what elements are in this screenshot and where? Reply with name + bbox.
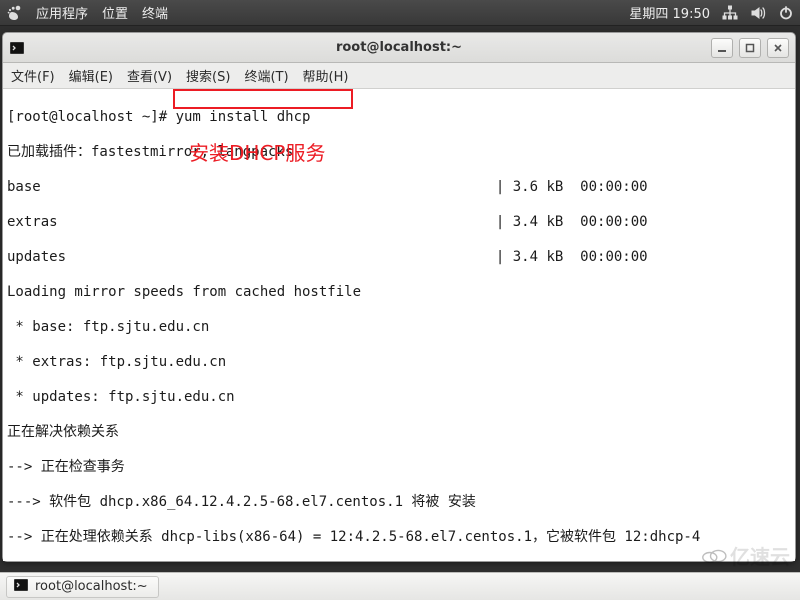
panel-terminal[interactable]: 终端	[142, 3, 168, 22]
term-line: 已加载插件：fastestmirror, langpacks	[7, 144, 791, 162]
panel-applications[interactable]: 应用程序	[36, 3, 88, 22]
volume-icon[interactable]	[750, 5, 766, 21]
annotation-box	[173, 89, 353, 109]
window-close-button[interactable]	[767, 38, 789, 58]
window-titlebar[interactable]: root@localhost:~	[3, 33, 795, 63]
taskbar-terminal-item[interactable]: root@localhost:~	[6, 576, 159, 598]
menu-search[interactable]: 搜索(S)	[186, 66, 230, 85]
terminal-window: root@localhost:~ 文件(F) 编辑(E) 查看(V) 搜索(S)…	[2, 32, 796, 562]
taskbar-item-label: root@localhost:~	[35, 579, 148, 594]
top-panel: 应用程序 位置 终端 星期四 19:50	[0, 0, 800, 26]
panel-clock[interactable]: 星期四 19:50	[629, 3, 710, 22]
bottom-panel: root@localhost:~	[0, 572, 800, 600]
term-line: updates | 3.4 kB 00:00:00	[7, 249, 791, 267]
shell-prompt: [root@localhost ~]#	[7, 109, 176, 125]
term-line: * base: ftp.sjtu.edu.cn	[7, 319, 791, 337]
network-icon[interactable]	[722, 5, 738, 21]
term-line: 正在解决依赖关系	[7, 424, 791, 442]
term-line: --> 正在处理依赖关系 dhcp-libs(x86-64) = 12:4.2.…	[7, 529, 791, 547]
terminal-content[interactable]: [root@localhost ~]# yum install dhcp 已加载…	[3, 89, 795, 561]
menu-edit[interactable]: 编辑(E)	[69, 66, 113, 85]
terminal-app-icon	[9, 40, 25, 56]
menu-view[interactable]: 查看(V)	[127, 66, 172, 85]
gnome-logo-icon	[6, 5, 22, 21]
power-icon[interactable]	[778, 5, 794, 21]
panel-places[interactable]: 位置	[102, 3, 128, 22]
desktop-area: root@localhost:~ 文件(F) 编辑(E) 查看(V) 搜索(S)…	[0, 26, 800, 572]
shell-command: yum install dhcp	[176, 109, 311, 125]
term-line: * updates: ftp.sjtu.edu.cn	[7, 389, 791, 407]
window-maximize-button[interactable]	[739, 38, 761, 58]
window-title: root@localhost:~	[3, 40, 795, 55]
terminal-app-icon	[13, 577, 29, 597]
term-line: ---> 软件包 dhcp.x86_64.12.4.2.5-68.el7.cen…	[7, 494, 791, 512]
term-line: Loading mirror speeds from cached hostfi…	[7, 284, 791, 302]
window-minimize-button[interactable]	[711, 38, 733, 58]
menu-help[interactable]: 帮助(H)	[303, 66, 349, 85]
term-line: base | 3.6 kB 00:00:00	[7, 179, 791, 197]
menu-terminal[interactable]: 终端(T)	[244, 66, 288, 85]
term-line: --> 正在检查事务	[7, 459, 791, 477]
term-line: * extras: ftp.sjtu.edu.cn	[7, 354, 791, 372]
menu-file[interactable]: 文件(F)	[11, 66, 55, 85]
term-line: extras | 3.4 kB 00:00:00	[7, 214, 791, 232]
window-menubar: 文件(F) 编辑(E) 查看(V) 搜索(S) 终端(T) 帮助(H)	[3, 63, 795, 89]
